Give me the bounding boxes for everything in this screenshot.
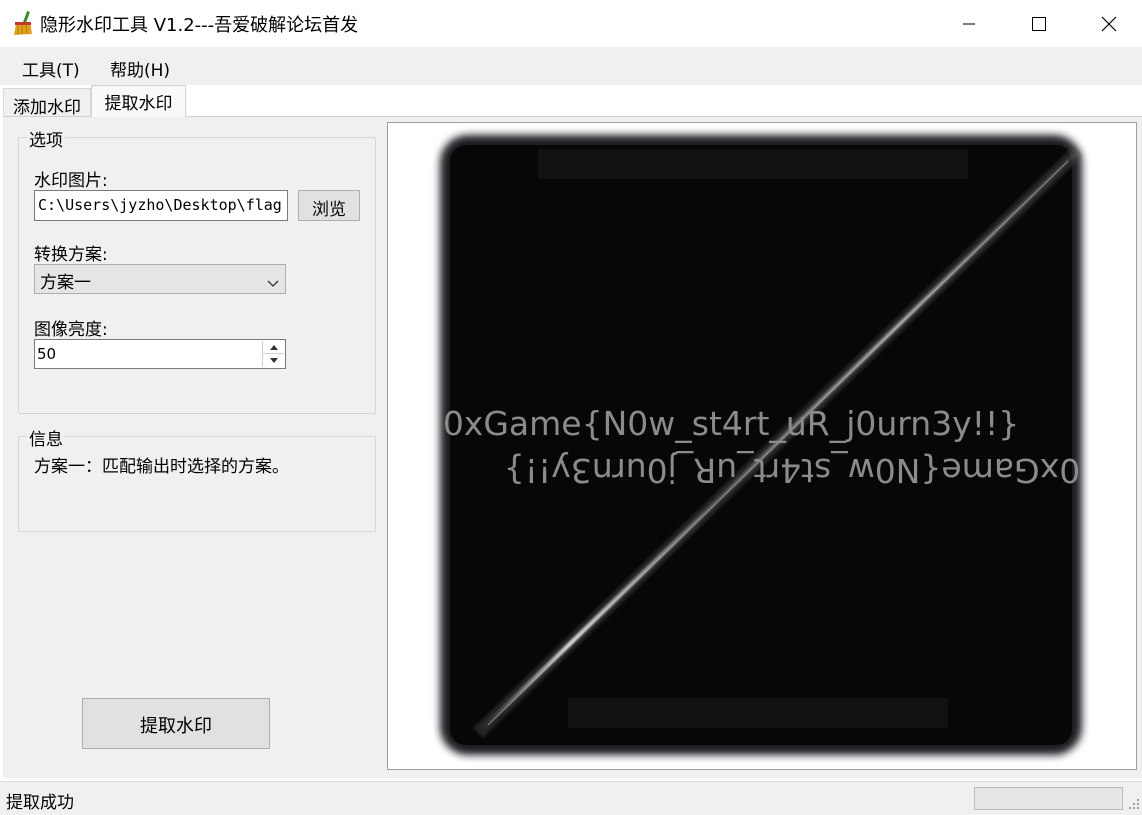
watermark-preview-image: 0xGame{N0w_st4rt_uR_j0urn3y!!} 0xGame{N0… [387, 122, 1137, 770]
chevron-down-icon [267, 273, 279, 293]
status-progress-bar [974, 787, 1123, 810]
window-title: 隐形水印工具 V1.2---吾爱破解论坛首发 [40, 15, 359, 36]
stepper-buttons [262, 341, 284, 367]
brightness-label: 图像亮度: [34, 320, 108, 340]
status-bar: 提取成功 [0, 781, 1142, 815]
watermark-text: 0xGame{N0w_st4rt_uR_j0urn3y!!} [442, 404, 1020, 443]
noise-background [388, 123, 1136, 769]
minimize-icon [963, 23, 975, 24]
stepper-up-button[interactable] [263, 341, 284, 354]
stepper-down-button[interactable] [263, 354, 284, 367]
tab-add-watermark[interactable]: 添加水印 [3, 88, 91, 118]
maximize-icon [1032, 16, 1046, 31]
watermark-text-mirrored: 0xGame{N0w_st4rt_uR_j0urn3y!!} [503, 451, 1081, 490]
minimize-button[interactable] [934, 0, 1004, 47]
scheme-select[interactable]: 方案一 [34, 264, 286, 294]
status-text: 提取成功 [6, 793, 74, 813]
scheme-label: 转换方案: [34, 245, 108, 265]
info-group-title: 信息 [27, 425, 65, 450]
menu-bar: 工具(T) 帮助(H) [0, 47, 1142, 85]
watermark-image-path-field[interactable]: C:\Users\jyzho\Desktop\flag [34, 190, 288, 221]
arrow-down-icon [269, 358, 278, 363]
size-grip-icon[interactable] [1126, 796, 1140, 810]
info-group: 信息 [18, 425, 376, 532]
maximize-button[interactable] [1004, 0, 1074, 47]
browse-button[interactable]: 浏览 [298, 190, 360, 221]
arrow-up-icon [269, 344, 278, 350]
menu-tools[interactable]: 工具(T) [22, 56, 80, 81]
broom-icon [12, 10, 36, 36]
watermark-image-label: 水印图片: [34, 171, 108, 191]
options-group-title: 选项 [27, 126, 65, 151]
brightness-value: 50 [37, 345, 57, 363]
menu-help[interactable]: 帮助(H) [110, 56, 170, 81]
scheme-selected-value: 方案一 [40, 273, 91, 293]
extract-watermark-button[interactable]: 提取水印 [82, 698, 270, 749]
close-icon [1101, 16, 1117, 31]
title-bar: 隐形水印工具 V1.2---吾爱破解论坛首发 [0, 0, 1142, 47]
brightness-stepper[interactable]: 50 [34, 339, 286, 369]
close-button[interactable] [1074, 0, 1142, 47]
tab-extract-watermark[interactable]: 提取水印 [91, 85, 186, 117]
info-text: 方案一：匹配输出时选择的方案。 [34, 457, 289, 477]
